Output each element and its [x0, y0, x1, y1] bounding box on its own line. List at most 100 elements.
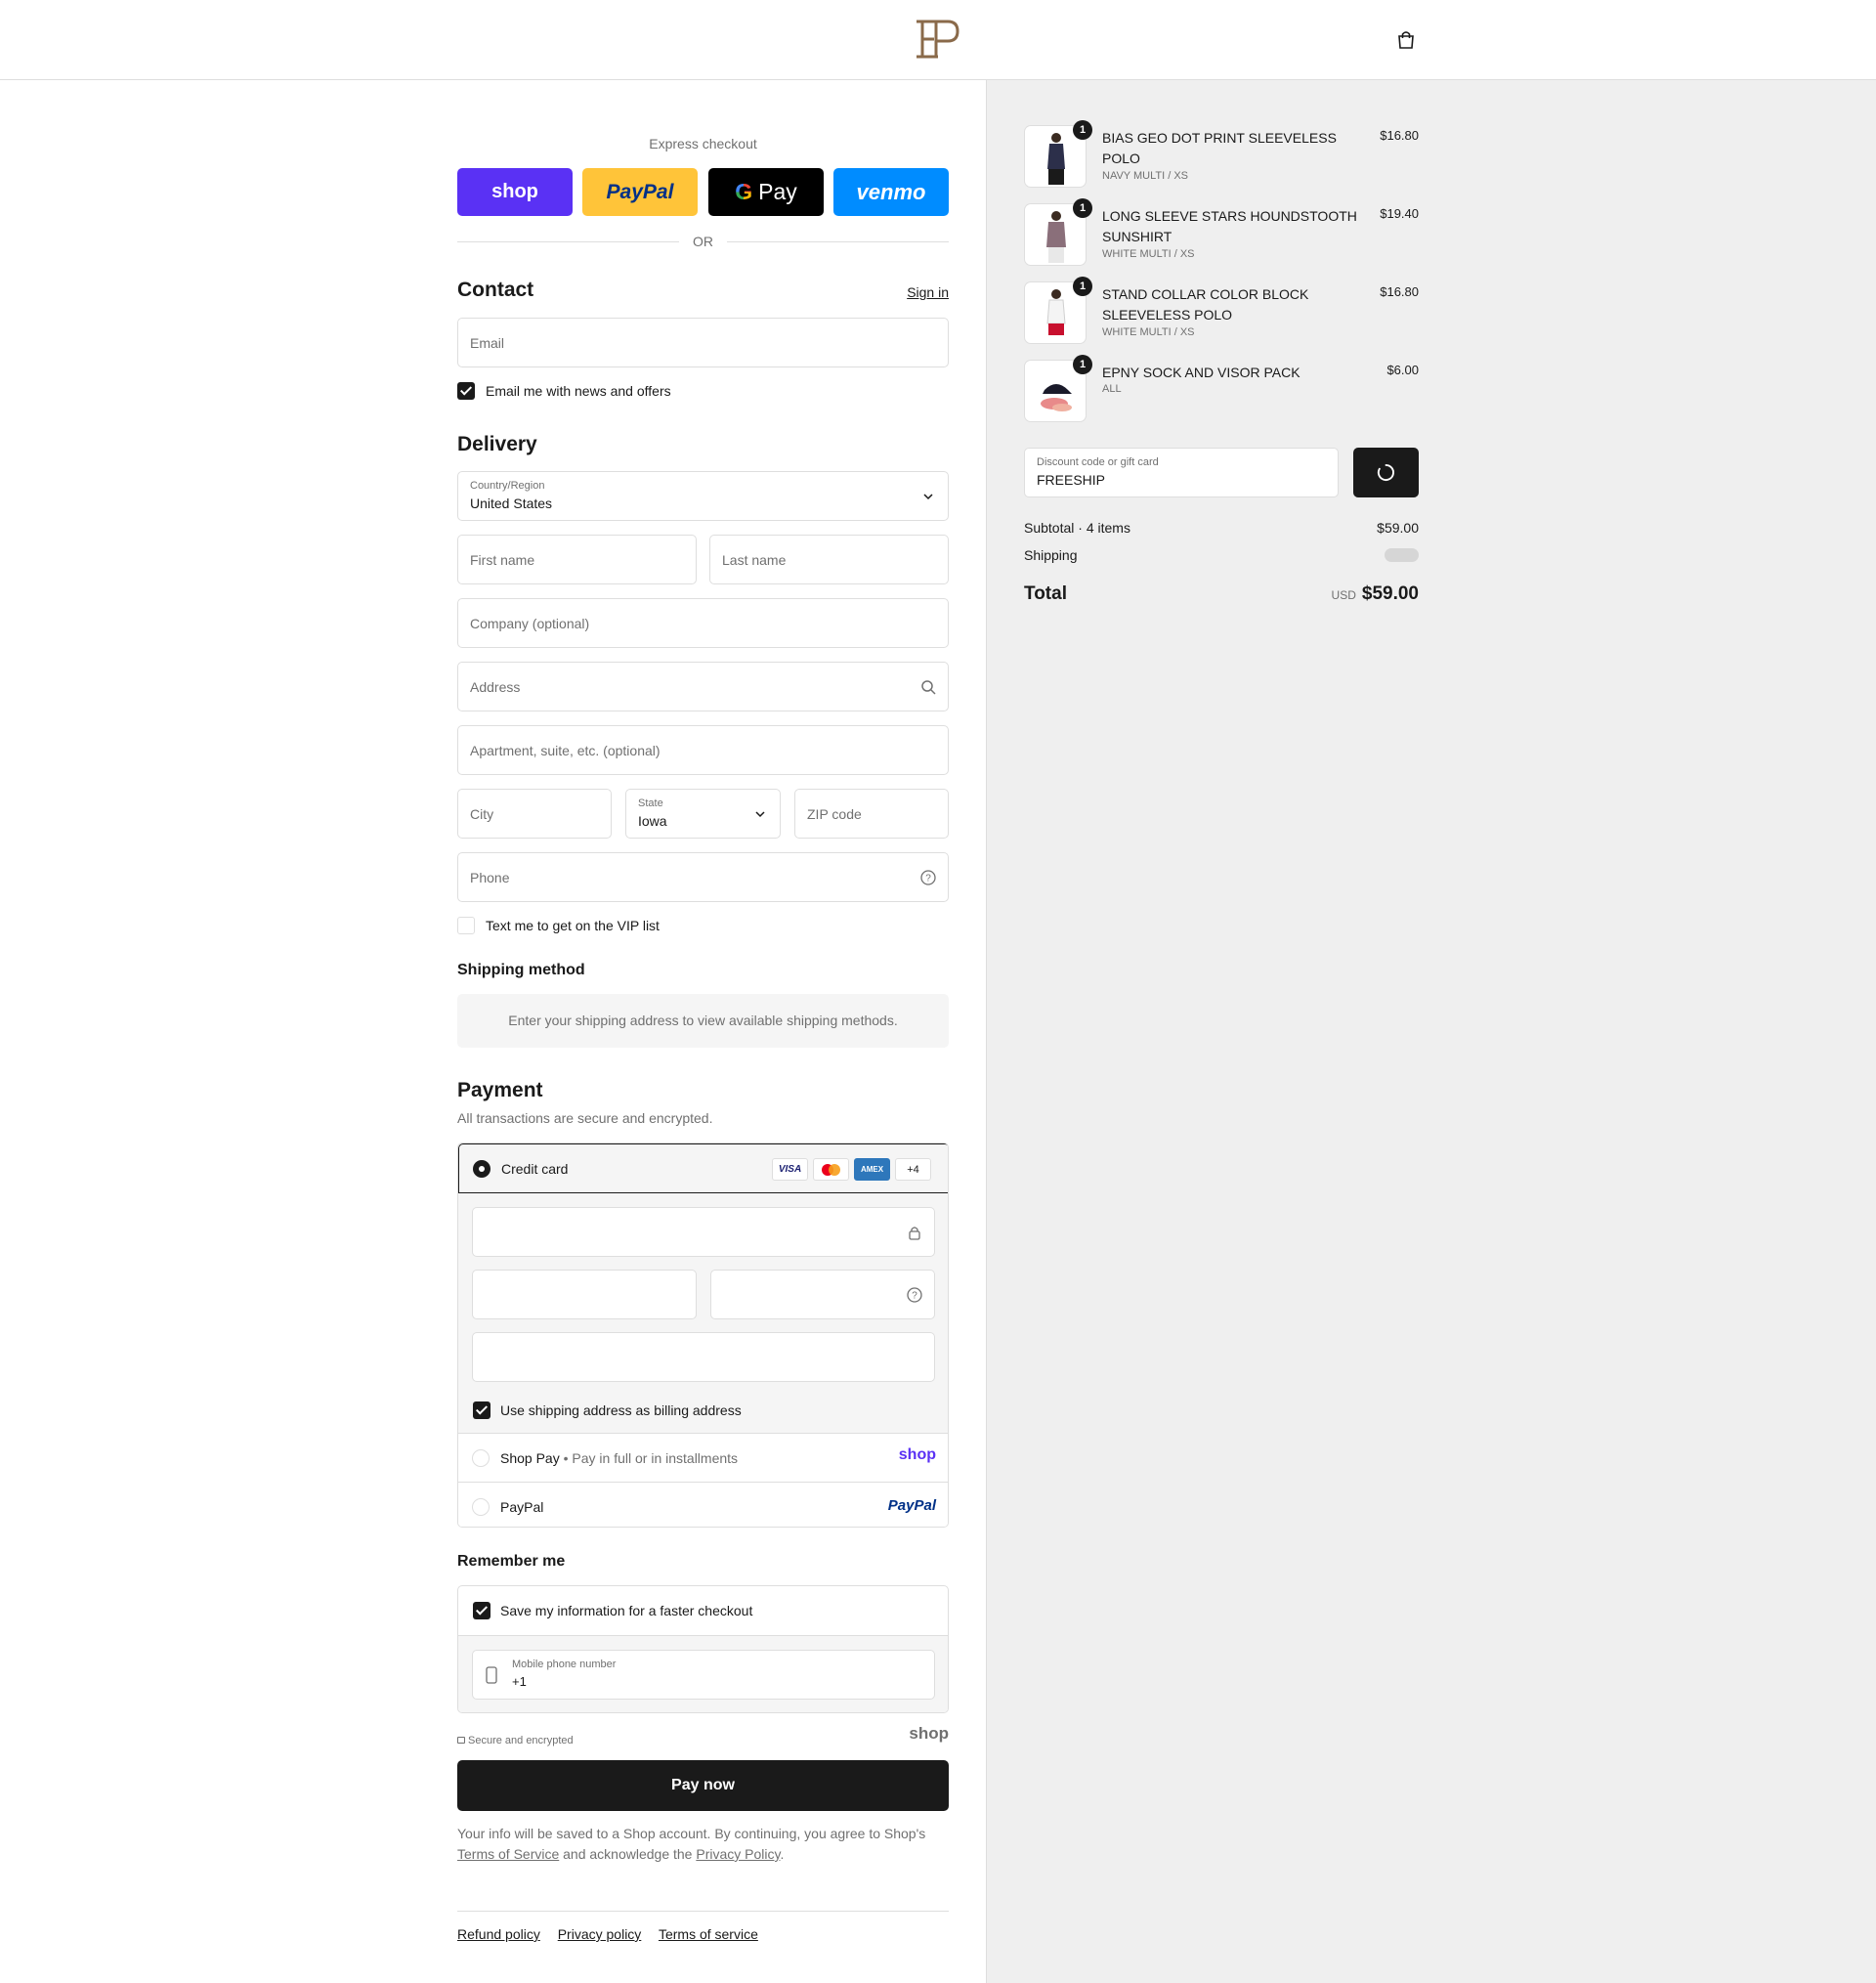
payment-subtitle: All transactions are secure and encrypte…	[457, 1110, 713, 1126]
billing-checkbox[interactable]	[473, 1401, 490, 1419]
discount-code-field[interactable]: Discount code or gift card FREESHIP	[1024, 448, 1339, 497]
credit-card-label: Credit card	[501, 1161, 569, 1177]
quantity-badge: 1	[1073, 277, 1092, 296]
quantity-badge: 1	[1073, 198, 1092, 218]
company-field[interactable]: Company (optional)	[457, 598, 949, 648]
name-on-card-field[interactable]	[472, 1332, 935, 1382]
payment-heading: Payment	[457, 1079, 543, 1101]
chevron-down-icon	[923, 494, 933, 500]
line-item: 1 BIAS GEO DOT PRINT SLEEVELESS POLO NAV…	[1024, 120, 1419, 188]
credit-card-fields: ? Use shipping address as billing addres…	[458, 1193, 948, 1434]
paypal-option[interactable]: PayPal PayPal	[458, 1482, 948, 1527]
save-info-checkbox[interactable]	[473, 1602, 490, 1619]
help-circle-icon[interactable]: ?	[920, 870, 936, 885]
remember-me-box: Save my information for a faster checkou…	[457, 1585, 949, 1713]
line-item: 1 EPNY SOCK AND VISOR PACK ALL $6.00	[1024, 355, 1419, 422]
privacy-policy-footer-link[interactable]: Privacy policy	[558, 1926, 642, 1942]
apply-discount-button[interactable]	[1353, 448, 1419, 497]
venmo-express-button[interactable]: venmo	[833, 168, 949, 216]
security-code-field[interactable]: ?	[710, 1270, 935, 1319]
product-price: $16.80	[1380, 284, 1419, 299]
lock-icon	[457, 1737, 465, 1744]
brand-logo[interactable]	[913, 18, 963, 61]
card-number-field[interactable]	[472, 1207, 935, 1257]
secure-encrypted-note: Secure and encrypted	[457, 1735, 574, 1746]
newsletter-label: Email me with news and offers	[486, 383, 671, 399]
refund-policy-link[interactable]: Refund policy	[457, 1926, 540, 1942]
google-g-icon: G	[735, 179, 753, 204]
credit-card-radio[interactable]	[473, 1160, 490, 1178]
quantity-badge: 1	[1073, 355, 1092, 374]
contact-heading: Contact	[457, 279, 534, 301]
mobile-phone-icon	[486, 1666, 497, 1684]
shop-pay-radio[interactable]	[472, 1449, 490, 1467]
search-icon	[921, 680, 936, 695]
more-cards-badge: +4	[895, 1158, 931, 1181]
sign-in-link[interactable]: Sign in	[907, 284, 949, 300]
save-info-label: Save my information for a faster checkou…	[500, 1603, 753, 1618]
or-divider: OR	[457, 233, 949, 250]
subtotal-value: $59.00	[1377, 520, 1419, 536]
newsletter-checkbox[interactable]	[457, 382, 475, 400]
mobile-phone-field[interactable]: Mobile phone number +1	[472, 1650, 935, 1700]
total-label: Total	[1024, 583, 1067, 604]
terms-of-service-link[interactable]: Terms of Service	[457, 1846, 559, 1862]
product-price: $16.80	[1380, 128, 1419, 143]
paypal-express-button[interactable]: PayPal	[582, 168, 698, 216]
lock-icon	[909, 1227, 920, 1240]
shipping-method-heading: Shipping method	[457, 962, 585, 978]
privacy-policy-link[interactable]: Privacy Policy	[696, 1846, 780, 1862]
shop-pay-label: Shop Pay	[500, 1450, 560, 1466]
help-circle-icon[interactable]: ?	[907, 1287, 922, 1303]
product-name: BIAS GEO DOT PRINT SLEEVELESS POLO	[1102, 130, 1337, 166]
product-price: $19.40	[1380, 206, 1419, 221]
product-name: STAND COLLAR COLOR BLOCK SLEEVELESS POLO	[1102, 286, 1309, 323]
shop-pay-desc: Pay in full or in installments	[572, 1450, 739, 1466]
svg-text:?: ?	[925, 874, 931, 884]
subtotal-label: Subtotal · 4 items	[1024, 520, 1130, 536]
terms-of-service-footer-link[interactable]: Terms of service	[659, 1926, 758, 1942]
header	[0, 0, 1876, 80]
address-field[interactable]: Address	[457, 662, 949, 711]
product-variant: ALL	[1102, 383, 1122, 395]
product-variant: NAVY MULTI / XS	[1102, 170, 1189, 182]
phone-field[interactable]: Phone ?	[457, 852, 949, 902]
state-select[interactable]: State Iowa	[625, 789, 781, 839]
shop-pay-option[interactable]: Shop Pay • Pay in full or in installment…	[458, 1433, 948, 1482]
country-select[interactable]: Country/Region United States	[457, 471, 949, 521]
expiration-field[interactable]	[472, 1270, 697, 1319]
shop-pay-logo: shop	[898, 1446, 936, 1463]
google-pay-express-button[interactable]: G Pay	[708, 168, 824, 216]
billing-label: Use shipping address as billing address	[500, 1402, 742, 1418]
payment-methods: Credit card VISA AMEX +4 ? Use shipping …	[457, 1142, 949, 1528]
currency-code: USD	[1331, 588, 1356, 602]
first-name-field[interactable]: First name	[457, 535, 697, 584]
amex-icon: AMEX	[854, 1158, 890, 1181]
express-checkout-title: Express checkout	[649, 136, 757, 151]
shopping-bag-icon[interactable]	[1395, 29, 1417, 51]
shipping-loading-placeholder	[1385, 548, 1419, 562]
legal-text: Your info will be saved to a Shop accoun…	[457, 1826, 926, 1862]
city-field[interactable]: City	[457, 789, 612, 839]
product-price: $6.00	[1386, 363, 1419, 377]
zip-field[interactable]: ZIP code	[794, 789, 949, 839]
email-field[interactable]: Email	[457, 318, 949, 367]
total-amount: USD $59.00	[1331, 583, 1419, 604]
product-variant: WHITE MULTI / XS	[1102, 248, 1195, 260]
pay-now-button[interactable]: Pay now	[457, 1760, 949, 1811]
shipping-label: Shipping	[1024, 547, 1078, 563]
credit-card-option[interactable]: Credit card VISA AMEX +4	[458, 1143, 948, 1193]
paypal-radio[interactable]	[472, 1498, 490, 1516]
shop-logo: shop	[909, 1724, 949, 1743]
apartment-field[interactable]: Apartment, suite, etc. (optional)	[457, 725, 949, 775]
shop-pay-express-button[interactable]: shop	[457, 168, 573, 216]
last-name-field[interactable]: Last name	[709, 535, 949, 584]
paypal-logo: PayPal	[887, 1497, 936, 1514]
product-name: LONG SLEEVE STARS HOUNDSTOOTH SUNSHIRT	[1102, 208, 1357, 244]
footer-links: Refund policy Privacy policy Terms of se…	[457, 1911, 949, 1942]
line-item: 1 STAND COLLAR COLOR BLOCK SLEEVELESS PO…	[1024, 277, 1419, 344]
paypal-label: PayPal	[500, 1499, 544, 1515]
product-variant: WHITE MULTI / XS	[1102, 326, 1195, 338]
line-item: 1 LONG SLEEVE STARS HOUNDSTOOTH SUNSHIRT…	[1024, 198, 1419, 266]
vip-checkbox[interactable]	[457, 917, 475, 934]
